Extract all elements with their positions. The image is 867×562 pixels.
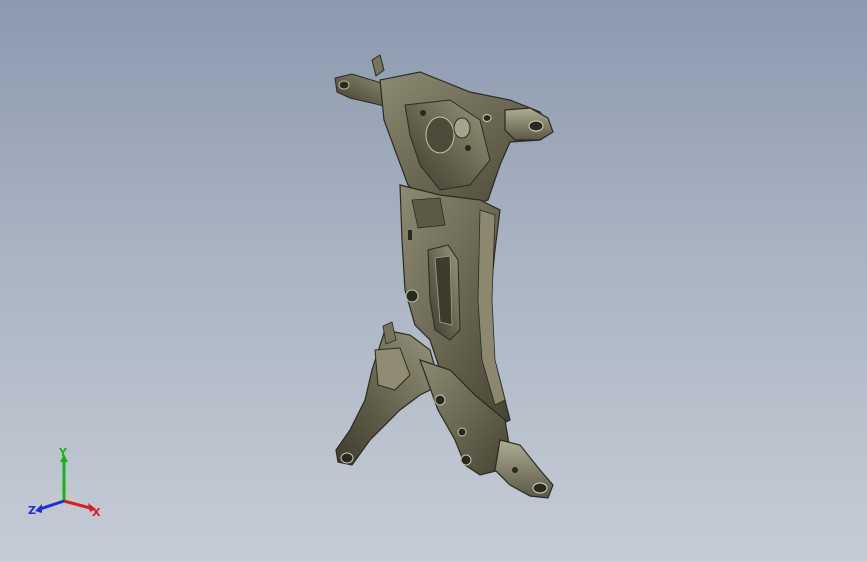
graphics-viewport[interactable]: Y X Z: [0, 0, 867, 562]
top-right-mount-hole: [528, 120, 544, 132]
lower-right-mount-hole: [532, 482, 548, 494]
x-axis-label: X: [92, 506, 101, 519]
subframe-model[interactable]: [0, 0, 867, 562]
top-left-mount-hole: [338, 80, 350, 90]
z-axis-label: Z: [28, 504, 36, 517]
y-axis-label: Y: [58, 446, 68, 459]
z-axis-arrow: [35, 504, 42, 513]
orientation-triad[interactable]: Y X Z: [22, 446, 106, 526]
lower-left-mount-hole: [340, 452, 354, 464]
